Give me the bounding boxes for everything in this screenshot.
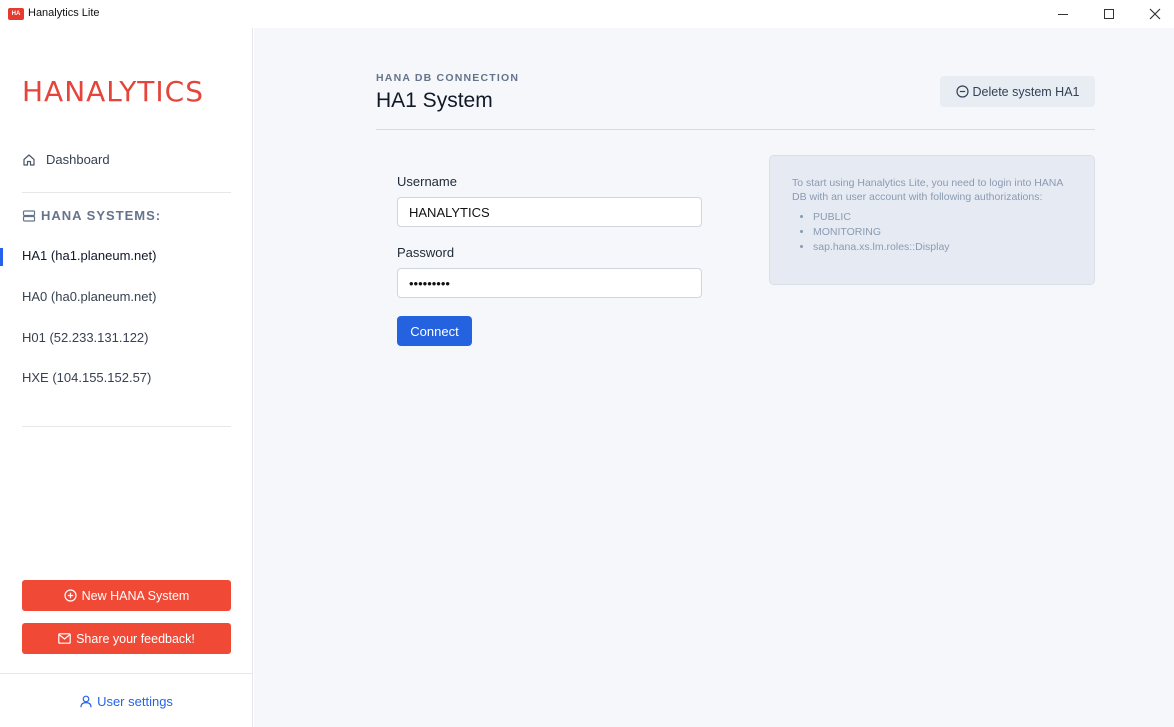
active-indicator — [0, 248, 3, 266]
sidebar-item-label: Dashboard — [46, 152, 110, 167]
app-icon: HA — [8, 8, 24, 20]
close-icon — [1149, 8, 1161, 20]
user-icon — [80, 695, 92, 708]
maximize-button[interactable] — [1086, 0, 1132, 28]
plus-circle-icon — [64, 589, 77, 602]
section-kicker: HANA DB CONNECTION — [376, 72, 520, 84]
list-item: PUBLIC — [813, 210, 1072, 225]
sidebar-item-ha0[interactable]: HA0 (ha0.planeum.net) — [22, 289, 156, 304]
minus-circle-icon — [955, 85, 969, 98]
mail-icon — [58, 633, 71, 644]
connect-button[interactable]: Connect — [397, 316, 472, 346]
list-item: sap.hana.xs.lm.roles::Display — [813, 240, 1072, 255]
new-hana-system-button[interactable]: New HANA System — [22, 580, 231, 611]
new-hana-system-label: New HANA System — [81, 588, 190, 603]
maximize-icon — [1104, 9, 1114, 19]
server-icon — [22, 209, 36, 222]
user-settings-link[interactable]: User settings — [0, 694, 253, 709]
systems-header-label: HANA SYSTEMS: — [41, 208, 162, 223]
username-input[interactable] — [397, 197, 702, 227]
header-divider — [376, 129, 1095, 130]
window-title: Hanalytics Lite — [28, 7, 100, 19]
systems-header: HANA SYSTEMS: — [22, 208, 161, 223]
close-button[interactable] — [1132, 0, 1174, 28]
title-bar: HA Hanalytics Lite — [0, 0, 1174, 28]
share-feedback-button[interactable]: Share your feedback! — [22, 623, 231, 654]
delete-system-label: Delete system HA1 — [972, 84, 1080, 99]
user-settings-label: User settings — [97, 694, 173, 709]
sidebar-item-ha1[interactable]: HA1 (ha1.planeum.net) — [22, 248, 156, 263]
sidebar: HANALYTICS Dashboard HANA SYSTEMS: HA1 (… — [0, 28, 253, 727]
home-icon — [23, 153, 35, 166]
authorization-list: PUBLIC MONITORING sap.hana.xs.lm.roles::… — [792, 210, 1072, 255]
sidebar-divider — [22, 426, 231, 427]
list-item: MONITORING — [813, 225, 1072, 240]
minimize-button[interactable] — [1040, 0, 1086, 28]
sidebar-item-dashboard[interactable]: Dashboard — [22, 152, 110, 167]
minimize-icon — [1058, 13, 1068, 15]
sidebar-item-h01[interactable]: H01 (52.233.131.122) — [22, 330, 148, 345]
sidebar-divider — [0, 673, 253, 674]
share-feedback-label: Share your feedback! — [76, 631, 195, 646]
info-box: To start using Hanalytics Lite, you need… — [769, 155, 1095, 285]
password-label: Password — [397, 245, 455, 260]
username-label: Username — [397, 174, 457, 189]
main-content: HANA DB CONNECTION HA1 System Delete sys… — [254, 28, 1174, 727]
delete-system-button[interactable]: Delete system HA1 — [940, 76, 1095, 107]
sidebar-item-hxe[interactable]: HXE (104.155.152.57) — [22, 370, 151, 385]
app-logo: HANALYTICS — [22, 75, 204, 108]
page-title: HA1 System — [376, 89, 493, 112]
password-input[interactable] — [397, 268, 702, 298]
info-text: To start using Hanalytics Lite, you need… — [792, 177, 1063, 203]
sidebar-divider — [22, 192, 231, 193]
